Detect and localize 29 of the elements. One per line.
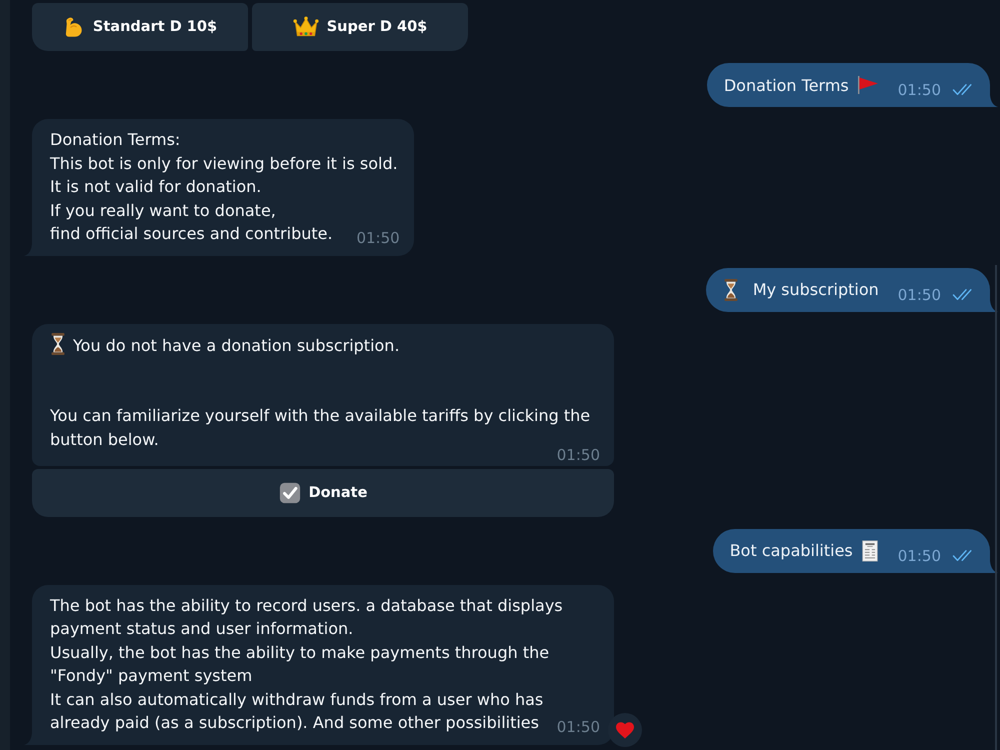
hourglass-icon bbox=[722, 278, 739, 300]
message-text: It can also automatically withdraw funds from a user who has already paid (as a subscription). And some other possibilities bbox=[50, 690, 544, 732]
message-text: The bot has the ability to record users. a database that displays payment status and user information. bbox=[50, 596, 563, 638]
message-text: find official sources and contribute. bbox=[50, 224, 333, 243]
message-text: This bot is only for viewing before it is sold. bbox=[50, 154, 398, 172]
checkbox-icon bbox=[278, 482, 301, 504]
message-text: Donation Terms: bbox=[50, 130, 180, 149]
message-time: 01:50 bbox=[356, 233, 400, 244]
message-text: You can familiarize yourself with the available tariffs by clicking the button below. bbox=[50, 406, 590, 448]
message-text: My subscription bbox=[752, 280, 879, 299]
message-text: If you really want to donate, bbox=[50, 200, 276, 220]
scrollbar[interactable] bbox=[995, 265, 997, 750]
hourglass-icon bbox=[50, 332, 66, 354]
message-time: 01:50 bbox=[556, 722, 600, 733]
keyboard-button[interactable]: Donate bbox=[32, 468, 614, 516]
receipt-icon bbox=[860, 540, 879, 562]
message-text: You do not have a donation subscription. bbox=[73, 336, 400, 354]
message-time: 01:50 bbox=[898, 286, 941, 304]
crown-icon bbox=[292, 16, 319, 38]
message-text: Donation Terms bbox=[724, 76, 849, 94]
flag-icon bbox=[856, 75, 879, 95]
message-time: 01:50 bbox=[898, 546, 941, 564]
keyboard-button[interactable]: Standart D 10$ bbox=[32, 3, 248, 51]
message-text: Bot capabilities bbox=[730, 541, 853, 560]
message-time: 01:50 bbox=[898, 81, 941, 99]
keyboard-button[interactable]: Super D 40$ bbox=[252, 3, 468, 51]
message-text: It is not valid for donation. bbox=[50, 177, 262, 196]
message-time: 01:50 bbox=[556, 450, 600, 460]
message-text: Usually, the bot has the ability to make payments through the "Fondy" payment system bbox=[50, 642, 550, 685]
